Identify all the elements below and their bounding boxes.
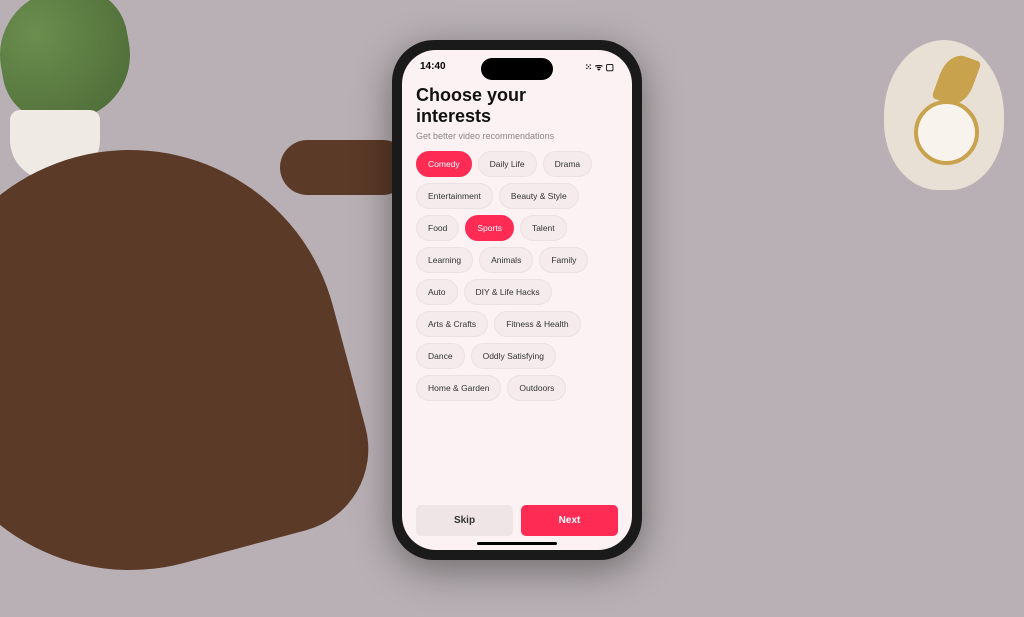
interest-chip[interactable]: Fitness & Health <box>494 311 580 337</box>
interest-chip[interactable]: Dance <box>416 343 465 369</box>
clock-decoration <box>884 40 1004 190</box>
interest-chip[interactable]: Arts & Crafts <box>416 311 488 337</box>
interest-chip[interactable]: Entertainment <box>416 183 493 209</box>
interest-chip[interactable]: Oddly Satisfying <box>471 343 556 369</box>
interest-chip[interactable]: Family <box>539 247 588 273</box>
phone-frame: 14:40 ⁙ ᯤ ▢ Choose your interests Get be… <box>392 40 642 560</box>
page-title: Choose your interests <box>416 85 618 126</box>
interest-chip[interactable]: Beauty & Style <box>499 183 579 209</box>
dynamic-island <box>481 58 553 80</box>
phone-screen: 14:40 ⁙ ᯤ ▢ Choose your interests Get be… <box>402 50 632 550</box>
interest-chip[interactable]: Talent <box>520 215 567 241</box>
interest-chip[interactable]: Animals <box>479 247 533 273</box>
finger <box>280 140 410 195</box>
interest-chip[interactable]: Outdoors <box>507 375 566 401</box>
interest-chips-container: ComedyDaily LifeDrama EntertainmentBeauty… <box>402 151 632 495</box>
interest-chip[interactable]: Auto <box>416 279 458 305</box>
header: Choose your interests Get better video r… <box>402 77 632 151</box>
interest-chip[interactable]: Sports <box>465 215 514 241</box>
page-subtitle: Get better video recommendations <box>416 131 618 141</box>
home-indicator[interactable] <box>477 542 557 545</box>
skip-button[interactable]: Skip <box>416 505 513 536</box>
next-button[interactable]: Next <box>521 505 618 536</box>
status-icons: ⁙ ᯤ ▢ <box>585 60 614 73</box>
status-time: 14:40 <box>420 61 446 72</box>
interest-chip[interactable]: Comedy <box>416 151 472 177</box>
interest-chip[interactable]: Drama <box>543 151 593 177</box>
interest-chip[interactable]: DIY & Life Hacks <box>464 279 552 305</box>
interest-chip[interactable]: Food <box>416 215 459 241</box>
interest-chip[interactable]: Learning <box>416 247 473 273</box>
interest-chip[interactable]: Daily Life <box>478 151 537 177</box>
interest-chip[interactable]: Home & Garden <box>416 375 501 401</box>
